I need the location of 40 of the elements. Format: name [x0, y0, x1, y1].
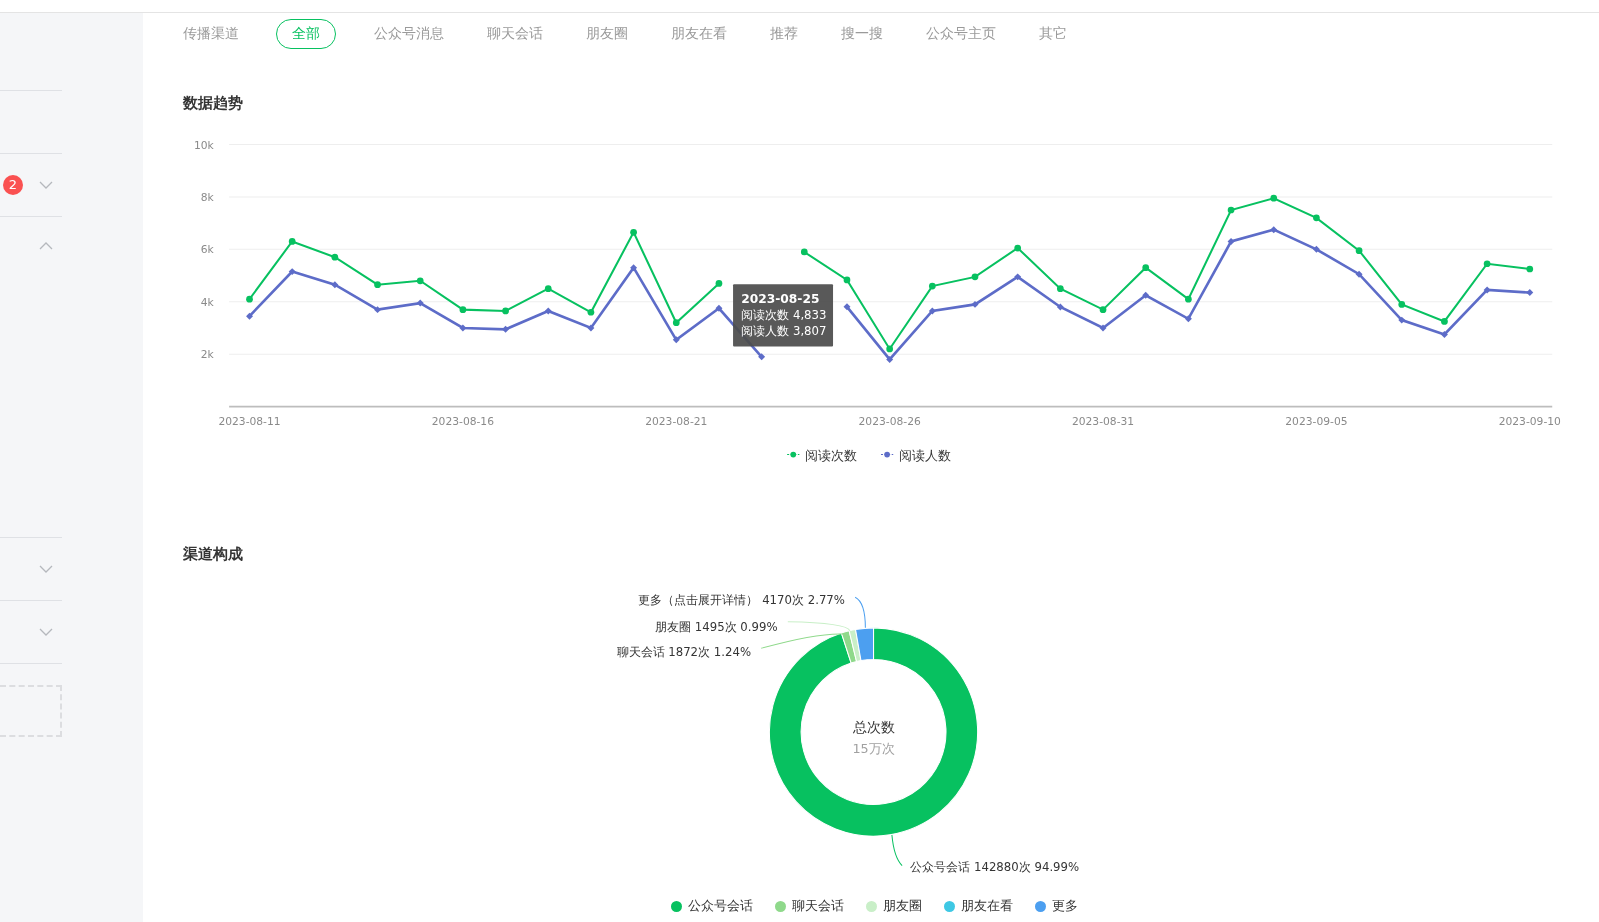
slice-label: 更多（点击展开详情） 4170次 2.77% — [638, 593, 845, 608]
channel-tab[interactable]: 推荐 — [755, 19, 813, 49]
legend-item[interactable]: 阅读人数 — [880, 447, 952, 463]
channel-tab[interactable]: 公众号主页 — [911, 19, 1011, 49]
channel-tab[interactable]: 公众号消息 — [359, 19, 459, 49]
axis-label: 2023-08-16 — [431, 415, 494, 428]
channel-tab[interactable]: 其它 — [1024, 19, 1082, 49]
legend-label: 阅读次数 — [805, 447, 858, 463]
center-value: 15万次 — [852, 741, 895, 757]
legend-item[interactable]: 阅读次数 — [786, 447, 858, 463]
slice-label: 公众号会话 142880次 94.99% — [910, 859, 1080, 874]
center-title: 总次数 — [852, 719, 895, 735]
axis-label: 2023-08-26 — [858, 415, 921, 428]
legend-item[interactable]: 公众号会话 — [670, 897, 753, 915]
legend-item[interactable]: 更多 — [1034, 897, 1078, 915]
legend-item[interactable]: 朋友在看 — [943, 897, 1013, 915]
legend-label: 阅读人数 — [899, 447, 952, 463]
axis-label: 2023-08-21 — [645, 415, 708, 428]
filter-label: 传播渠道 — [183, 25, 239, 43]
axis-label: 4k — [200, 295, 214, 309]
axis-label: 2023-09-10 — [1498, 415, 1561, 428]
section-title: 数据趋势 — [182, 94, 244, 113]
axis-label: 2023-08-11 — [218, 415, 281, 428]
axis-label: 2023-09-05 — [1285, 415, 1348, 428]
legend-item[interactable]: 朋友圈 — [865, 897, 922, 915]
channel-tab[interactable]: 朋友在看 — [656, 19, 742, 49]
axis-label: 2k — [200, 348, 214, 362]
channel-tab[interactable]: 朋友圈 — [571, 19, 643, 49]
slice-label: 朋友圈 1495次 0.99% — [655, 619, 778, 634]
axis-label: 2023-08-31 — [1071, 415, 1135, 428]
channel-tab[interactable]: 搜一搜 — [826, 19, 898, 49]
chart-tooltip: 2023-08-25 阅读次数 4,833 阅读人数 3,807 — [733, 284, 834, 347]
channel-tab[interactable]: 聊天会话 — [472, 19, 558, 49]
legend-item[interactable]: 聊天会话 — [774, 897, 844, 915]
axis-label: 6k — [200, 243, 214, 257]
axis-label: 8k — [200, 190, 214, 204]
count-badge: 2 — [3, 175, 23, 195]
axis-label: 10k — [194, 138, 214, 152]
slice-label: 聊天会话 1872次 1.24% — [616, 645, 752, 660]
section-title: 渠道构成 — [182, 545, 244, 564]
